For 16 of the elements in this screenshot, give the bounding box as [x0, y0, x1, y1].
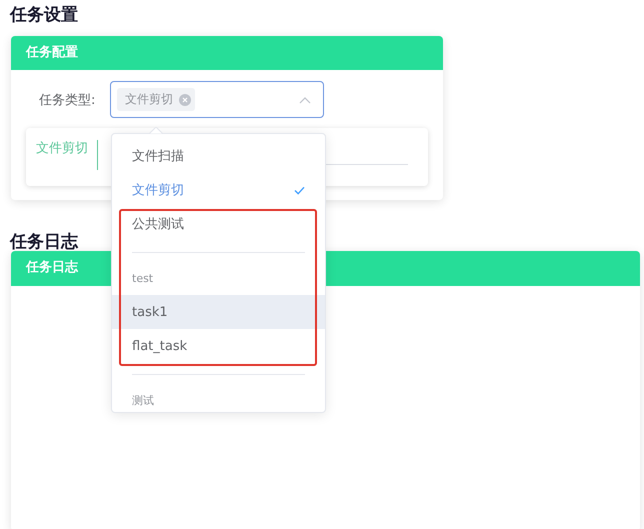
caret-icon — [299, 96, 311, 104]
task-label: 文件剪切 — [36, 140, 88, 158]
remove-icon[interactable] — [179, 94, 191, 106]
section-title: 任务设置 — [10, 4, 78, 27]
dropdown-option[interactable]: 文件扫描 — [112, 139, 325, 173]
dropdown-option[interactable]: 公共测试 — [112, 207, 325, 241]
group-label: 测试 — [131, 393, 155, 409]
selected-tag: 文件剪切 — [117, 88, 195, 111]
card-header: 任务配置 — [11, 36, 443, 70]
field-label: 任务类型: — [39, 92, 96, 108]
check-icon — [294, 186, 305, 194]
dropdown-option[interactable]: 文件剪切 — [112, 173, 325, 207]
dropdown-option[interactable]: task1 — [112, 295, 325, 329]
section-title: 任务日志 — [10, 231, 78, 251]
dropdown-option[interactable]: flat_task — [112, 329, 325, 363]
group-label: test — [131, 271, 154, 287]
